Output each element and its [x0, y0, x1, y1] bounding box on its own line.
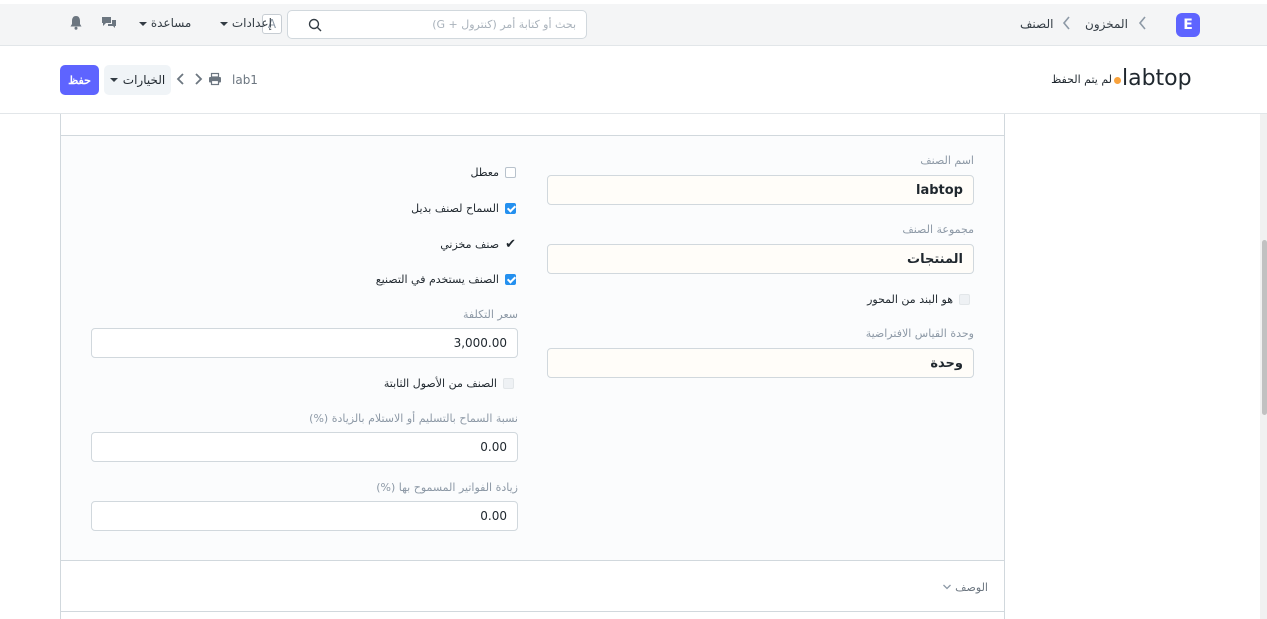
help-label: مساعدة [150, 16, 192, 30]
chat-icon[interactable] [100, 14, 118, 32]
search-input[interactable]: بحث أو كتابة أمر (كنترول + G) [432, 18, 576, 31]
help-dropdown[interactable]: مساعدة [139, 16, 191, 30]
settings-label: إعدادات [231, 16, 272, 30]
search-icon [308, 18, 322, 32]
disabled-label: معطل [470, 166, 499, 179]
page-title: labtop [1122, 66, 1192, 91]
checkbox-box[interactable] [959, 294, 970, 305]
bell-icon[interactable] [67, 14, 85, 32]
save-button[interactable]: حفظ [60, 65, 99, 95]
settings-dropdown[interactable]: إعدادات [220, 16, 272, 30]
breadcrumb-item[interactable]: الصنف [1020, 17, 1053, 31]
fixed-asset-checkbox[interactable]: الصنف من الأصول الثابتة [384, 377, 514, 390]
manufacturing-checkbox[interactable]: الصنف يستخدم في التصنيع [376, 273, 516, 286]
chevron-down-icon[interactable] [942, 582, 952, 592]
checkbox-box[interactable] [505, 203, 516, 214]
manufacturing-label: الصنف يستخدم في التصنيع [375, 273, 499, 286]
page-head: labtop لم يتم الحفظ حفظ الخيارات lab1 [0, 46, 1267, 114]
document-name: lab1 [232, 73, 258, 87]
next-doc-icon[interactable] [191, 72, 205, 86]
caret-down-icon [139, 21, 147, 26]
allow-alternative-label: السماح لصنف بديل [411, 202, 499, 215]
checkbox-box[interactable] [505, 274, 516, 285]
navbar: E المخزون الصنف بحث أو كتابة أمر (كنترول… [0, 0, 1267, 46]
checkbox-box[interactable] [503, 378, 514, 389]
caret-down-icon [220, 21, 228, 26]
uom-label: وحدة القياس الافتراضية [865, 327, 974, 340]
item-name-label: اسم الصنف [920, 154, 974, 167]
navbar-top-strip [0, 0, 1267, 4]
prev-doc-icon[interactable] [174, 72, 188, 86]
over-delivery-label: نسبة السماح بالتسليم أو الاستلام بالزياد… [309, 412, 518, 425]
stock-item-field: ✔ صنف مخزني [440, 237, 516, 252]
caret-down-icon [109, 78, 118, 82]
uom-field[interactable]: وحدة [547, 348, 974, 378]
item-group-field[interactable]: المنتجات [547, 244, 974, 274]
description-section[interactable]: الوصف [61, 561, 1004, 612]
options-label: الخيارات [122, 73, 166, 87]
checkbox-box[interactable] [505, 167, 516, 178]
allow-alternative-checkbox[interactable]: السماح لصنف بديل [411, 202, 516, 215]
item-name-field[interactable]: labtop [547, 175, 974, 205]
over-delivery-field[interactable]: 0.00 [91, 432, 518, 462]
form-section-header [61, 114, 1004, 136]
valuation-rate-label: سعر التكلفة [463, 308, 518, 321]
app-logo[interactable]: E [1176, 13, 1200, 37]
disabled-checkbox[interactable]: معطل [470, 166, 516, 179]
form-section-details: اسم الصنف labtop مجموعة الصنف المنتجات ه… [61, 136, 1004, 561]
search-bar[interactable]: بحث أو كتابة أمر (كنترول + G) [287, 10, 587, 39]
over-billing-field[interactable]: 0.00 [91, 501, 518, 531]
item-group-label: مجموعة الصنف [902, 223, 974, 236]
status-indicator [1114, 77, 1121, 84]
valuation-rate-field[interactable]: 3,000.00 [91, 328, 518, 358]
check-icon: ✔ [505, 237, 516, 252]
print-icon[interactable] [208, 72, 222, 86]
status-badge: لم يتم الحفظ [1051, 73, 1112, 86]
fixed-asset-label: الصنف من الأصول الثابتة [383, 377, 497, 390]
scrollbar-thumb[interactable] [1262, 240, 1267, 415]
form-layout: اسم الصنف labtop مجموعة الصنف المنتجات ه… [60, 114, 1005, 619]
stock-item-label: صنف مخزني [440, 238, 500, 251]
options-dropdown[interactable]: الخيارات [104, 65, 171, 95]
is-pivot-label: هو البند من المحور [867, 293, 953, 306]
chevron-left-icon [1062, 16, 1070, 30]
chevron-left-icon [1138, 16, 1146, 30]
is-pivot-checkbox[interactable]: هو البند من المحور [867, 293, 970, 306]
description-section-label[interactable]: الوصف [955, 581, 988, 594]
over-billing-label: زيادة الفواتير المسموح بها (%) [376, 481, 518, 494]
breadcrumb-stock[interactable]: المخزون [1085, 17, 1128, 31]
